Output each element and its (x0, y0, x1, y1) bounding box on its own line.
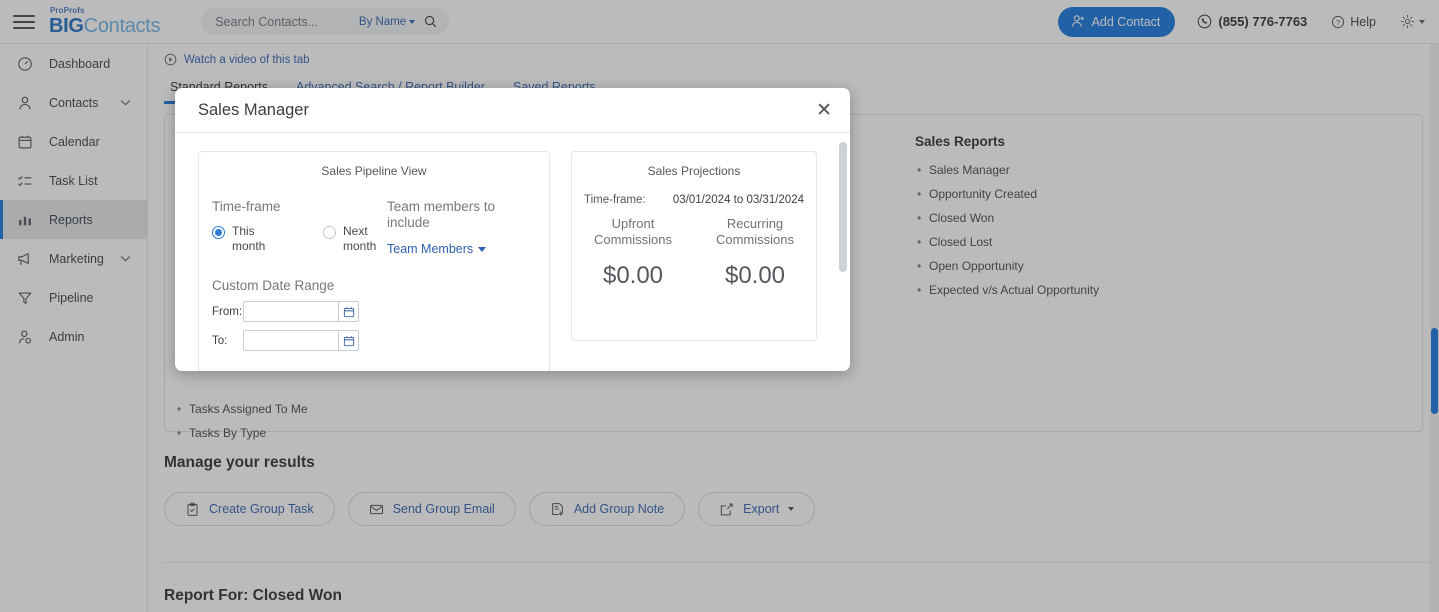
team-members-dropdown-label: Team Members (387, 242, 474, 256)
upfront-commissions-amount: $0.00 (602, 262, 664, 289)
projections-timeframe: Time-frame: 03/01/2024 to 03/31/2024 (572, 194, 816, 206)
to-label: To: (212, 334, 228, 347)
sales-pipeline-view-card: Sales Pipeline View Time-frame This mont… (198, 151, 550, 371)
modal-header: Sales Manager ✕ (175, 88, 850, 133)
to-date-input[interactable] (243, 330, 338, 351)
upfront-commissions-label: Upfront Commissions (593, 216, 672, 247)
from-date-row: From: (212, 301, 359, 322)
pipeline-card-title: Sales Pipeline View (321, 164, 427, 178)
custom-date-range-group: Custom Date Range From: To: (212, 278, 359, 351)
from-date-picker-button[interactable] (338, 301, 359, 322)
team-members-group: Team members to include Team Members (387, 199, 537, 256)
timeframe-group: Time-frame This month Next month (212, 199, 376, 254)
radio-label: This month (232, 224, 266, 253)
chevron-down-icon (478, 246, 487, 252)
upfront-commissions: Upfront Commissions $0.00 (572, 216, 694, 290)
projections-timeframe-label: Time-frame: (584, 194, 646, 206)
recurring-commissions-amount: $0.00 (724, 262, 786, 289)
sales-manager-modal: Sales Manager ✕ Sales Pipeline View Time… (175, 88, 850, 371)
projections-columns: Upfront Commissions $0.00 Recurring Comm… (572, 216, 816, 290)
from-label: From: (212, 305, 243, 318)
modal-scrollbar-thumb[interactable] (839, 142, 847, 272)
close-icon[interactable]: ✕ (816, 101, 832, 120)
to-date-row: To: (212, 330, 359, 351)
recurring-commissions: Recurring Commissions $0.00 (694, 216, 816, 290)
timeframe-label: Time-frame (212, 199, 281, 214)
team-members-label: Team members to include (387, 199, 496, 230)
projections-card-title: Sales Projections (647, 164, 741, 178)
radio-next-month[interactable]: Next month (323, 224, 389, 254)
projections-timeframe-value: 03/01/2024 to 03/31/2024 (672, 194, 804, 206)
recurring-commissions-label: Recurring Commissions (715, 216, 794, 247)
sales-projections-card: Sales Projections Time-frame: 03/01/2024… (571, 151, 817, 341)
radio-this-month[interactable]: This month (212, 224, 278, 254)
modal-scrollbar[interactable] (839, 142, 847, 362)
radio-dot-icon (323, 226, 336, 239)
calendar-icon (343, 306, 355, 318)
modal-body: Sales Pipeline View Time-frame This mont… (175, 133, 850, 371)
custom-date-range-label: Custom Date Range (212, 278, 335, 293)
timeframe-radio-group: This month Next month (212, 224, 376, 254)
app-root: ProProfs BIGContacts Search Contacts... … (0, 0, 1439, 612)
to-date-picker-button[interactable] (338, 330, 359, 351)
calendar-icon (343, 335, 355, 347)
from-date-input[interactable] (243, 301, 338, 322)
team-members-dropdown[interactable]: Team Members (387, 242, 537, 256)
radio-label: Next month (343, 224, 377, 253)
modal-title: Sales Manager (198, 100, 309, 119)
radio-dot-icon (212, 226, 225, 239)
